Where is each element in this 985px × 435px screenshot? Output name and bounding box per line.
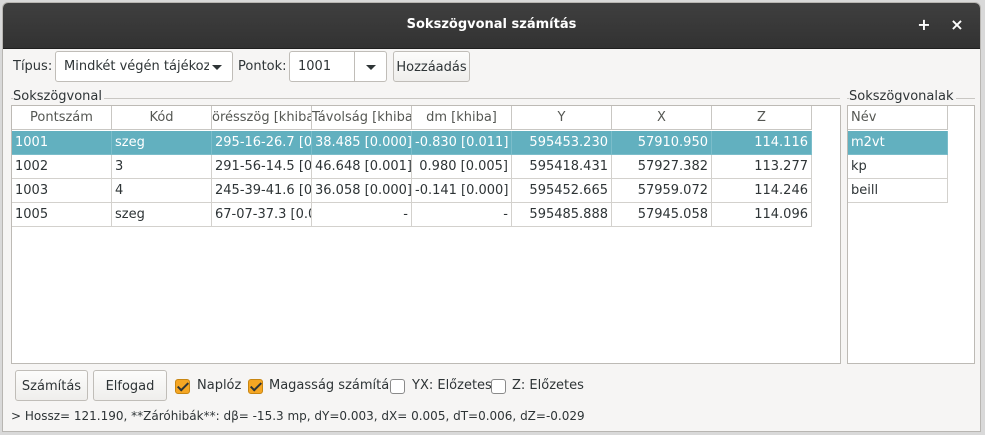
traverse-group-frame	[11, 98, 840, 99]
yx-preliminary-checkbox-label[interactable]: YX: Előzetes	[412, 378, 492, 393]
cell-y: 595453.230	[512, 131, 612, 155]
cell-code: 3	[112, 155, 212, 179]
traverse-name: beill	[848, 179, 948, 203]
add-button-label: Hozzáadás	[396, 60, 467, 75]
table-row[interactable]: 1005 szeg 67-07-37.3 [0.0] - - 595485.88…	[12, 203, 812, 227]
cell-z: 114.246	[712, 179, 812, 203]
cell-z: 114.116	[712, 131, 812, 155]
traverses-list[interactable]: Név m2vt kp beill	[847, 105, 975, 364]
compute-button-label: Számítás	[21, 379, 82, 394]
add-window-button[interactable]: +	[913, 14, 935, 36]
cell-dm: -	[412, 203, 512, 227]
cell-point-id: 1001	[12, 131, 112, 155]
height-calc-checkbox-label[interactable]: Magasság számítás	[269, 378, 396, 393]
column-header-y[interactable]: Y	[512, 106, 612, 130]
traverse-group-title: Sokszögvonal	[13, 89, 105, 104]
cell-x: 57910.950	[612, 131, 712, 155]
accept-button-label: Elfogad	[105, 379, 155, 394]
list-item[interactable]: beill	[848, 179, 948, 203]
add-button[interactable]: Hozzáadás	[393, 51, 470, 82]
cell-code: 4	[112, 179, 212, 203]
cell-distance: 38.485 [0.000]	[312, 131, 412, 155]
traverse-calculation-window: Sokszögvonal számítás + × Típus: Mindkét…	[2, 2, 981, 432]
type-combobox-value: Mindkét végén tájékozot	[64, 59, 209, 74]
table-row[interactable]: 1001 szeg 295-16-26.7 [0.0] 38.485 [0.00…	[12, 131, 812, 155]
traverses-group-title: Sokszögvonalak	[849, 89, 956, 104]
column-header-angle[interactable]: örésszög [khiba	[212, 106, 312, 130]
column-header-code[interactable]: Kód	[112, 106, 212, 130]
traverse-name: kp	[848, 155, 948, 179]
close-window-button[interactable]: ×	[946, 14, 968, 36]
cell-distance: 36.058 [0.000]	[312, 179, 412, 203]
z-preliminary-checkbox[interactable]	[491, 379, 506, 394]
cell-dm: -0.141 [0.000]	[412, 179, 512, 203]
chevron-down-icon[interactable]	[366, 65, 376, 70]
list-item[interactable]: kp	[848, 155, 948, 179]
type-label: Típus:	[13, 59, 53, 74]
cell-point-id: 1003	[12, 179, 112, 203]
chevron-down-icon	[212, 65, 222, 70]
window-title: Sokszögvonal számítás	[406, 17, 577, 32]
cell-angle: 245-39-41.6 [0.0]	[212, 179, 312, 203]
cell-point-id: 1005	[12, 203, 112, 227]
cell-dm: 0.980 [0.005]	[412, 155, 512, 179]
traverse-name: m2vt	[848, 131, 948, 155]
points-label: Pontok:	[238, 59, 287, 74]
cell-x: 57959.072	[612, 179, 712, 203]
cell-angle: 291-56-14.5 [0.0]	[212, 155, 312, 179]
log-checkbox-label[interactable]: Naplóz	[197, 378, 241, 393]
traverse-table[interactable]: Pontszám Kód örésszög [khiba Távolság [k…	[11, 105, 841, 364]
cell-y: 595418.431	[512, 155, 612, 179]
cell-dm: -0.830 [0.011]	[412, 131, 512, 155]
column-header-z[interactable]: Z	[712, 106, 812, 130]
list-item[interactable]: m2vt	[848, 131, 948, 155]
cell-code: szeg	[112, 203, 212, 227]
column-header-name[interactable]: Név	[848, 106, 948, 130]
cell-z: 114.096	[712, 203, 812, 227]
cell-distance: 46.648 [0.001]	[312, 155, 412, 179]
title-bar: Sokszögvonal számítás + ×	[3, 3, 980, 49]
cell-angle: 295-16-26.7 [0.0]	[212, 131, 312, 155]
cell-distance: -	[312, 203, 412, 227]
cell-x: 57927.382	[612, 155, 712, 179]
column-header-dm[interactable]: dm [khiba]	[412, 106, 512, 130]
column-header-distance[interactable]: Távolság [khiba]	[312, 106, 412, 130]
z-preliminary-checkbox-label[interactable]: Z: Előzetes	[512, 378, 584, 393]
accept-button[interactable]: Elfogad	[93, 370, 167, 401]
cell-code: szeg	[112, 131, 212, 155]
type-combobox[interactable]: Mindkét végén tájékozot	[55, 51, 233, 82]
cell-y: 595452.665	[512, 179, 612, 203]
table-row[interactable]: 1002 3 291-56-14.5 [0.0] 46.648 [0.001] …	[12, 155, 812, 179]
cell-angle: 67-07-37.3 [0.0]	[212, 203, 312, 227]
cell-x: 57945.058	[612, 203, 712, 227]
points-combobox-value: 1001	[298, 59, 332, 74]
cell-y: 595485.888	[512, 203, 612, 227]
cell-z: 113.277	[712, 155, 812, 179]
combobox-divider	[354, 52, 355, 81]
table-row[interactable]: 1003 4 245-39-41.6 [0.0] 36.058 [0.000] …	[12, 179, 812, 203]
points-combobox[interactable]: 1001	[289, 51, 387, 82]
status-line: > Hossz= 121.190, **Záróhibák**: dβ= -15…	[11, 409, 585, 423]
compute-button[interactable]: Számítás	[15, 370, 88, 401]
column-header-x[interactable]: X	[612, 106, 712, 130]
column-header-point-id[interactable]: Pontszám	[12, 106, 112, 130]
yx-preliminary-checkbox[interactable]	[390, 379, 405, 394]
cell-point-id: 1002	[12, 155, 112, 179]
height-calc-checkbox[interactable]	[248, 379, 263, 394]
log-checkbox[interactable]	[175, 379, 190, 394]
